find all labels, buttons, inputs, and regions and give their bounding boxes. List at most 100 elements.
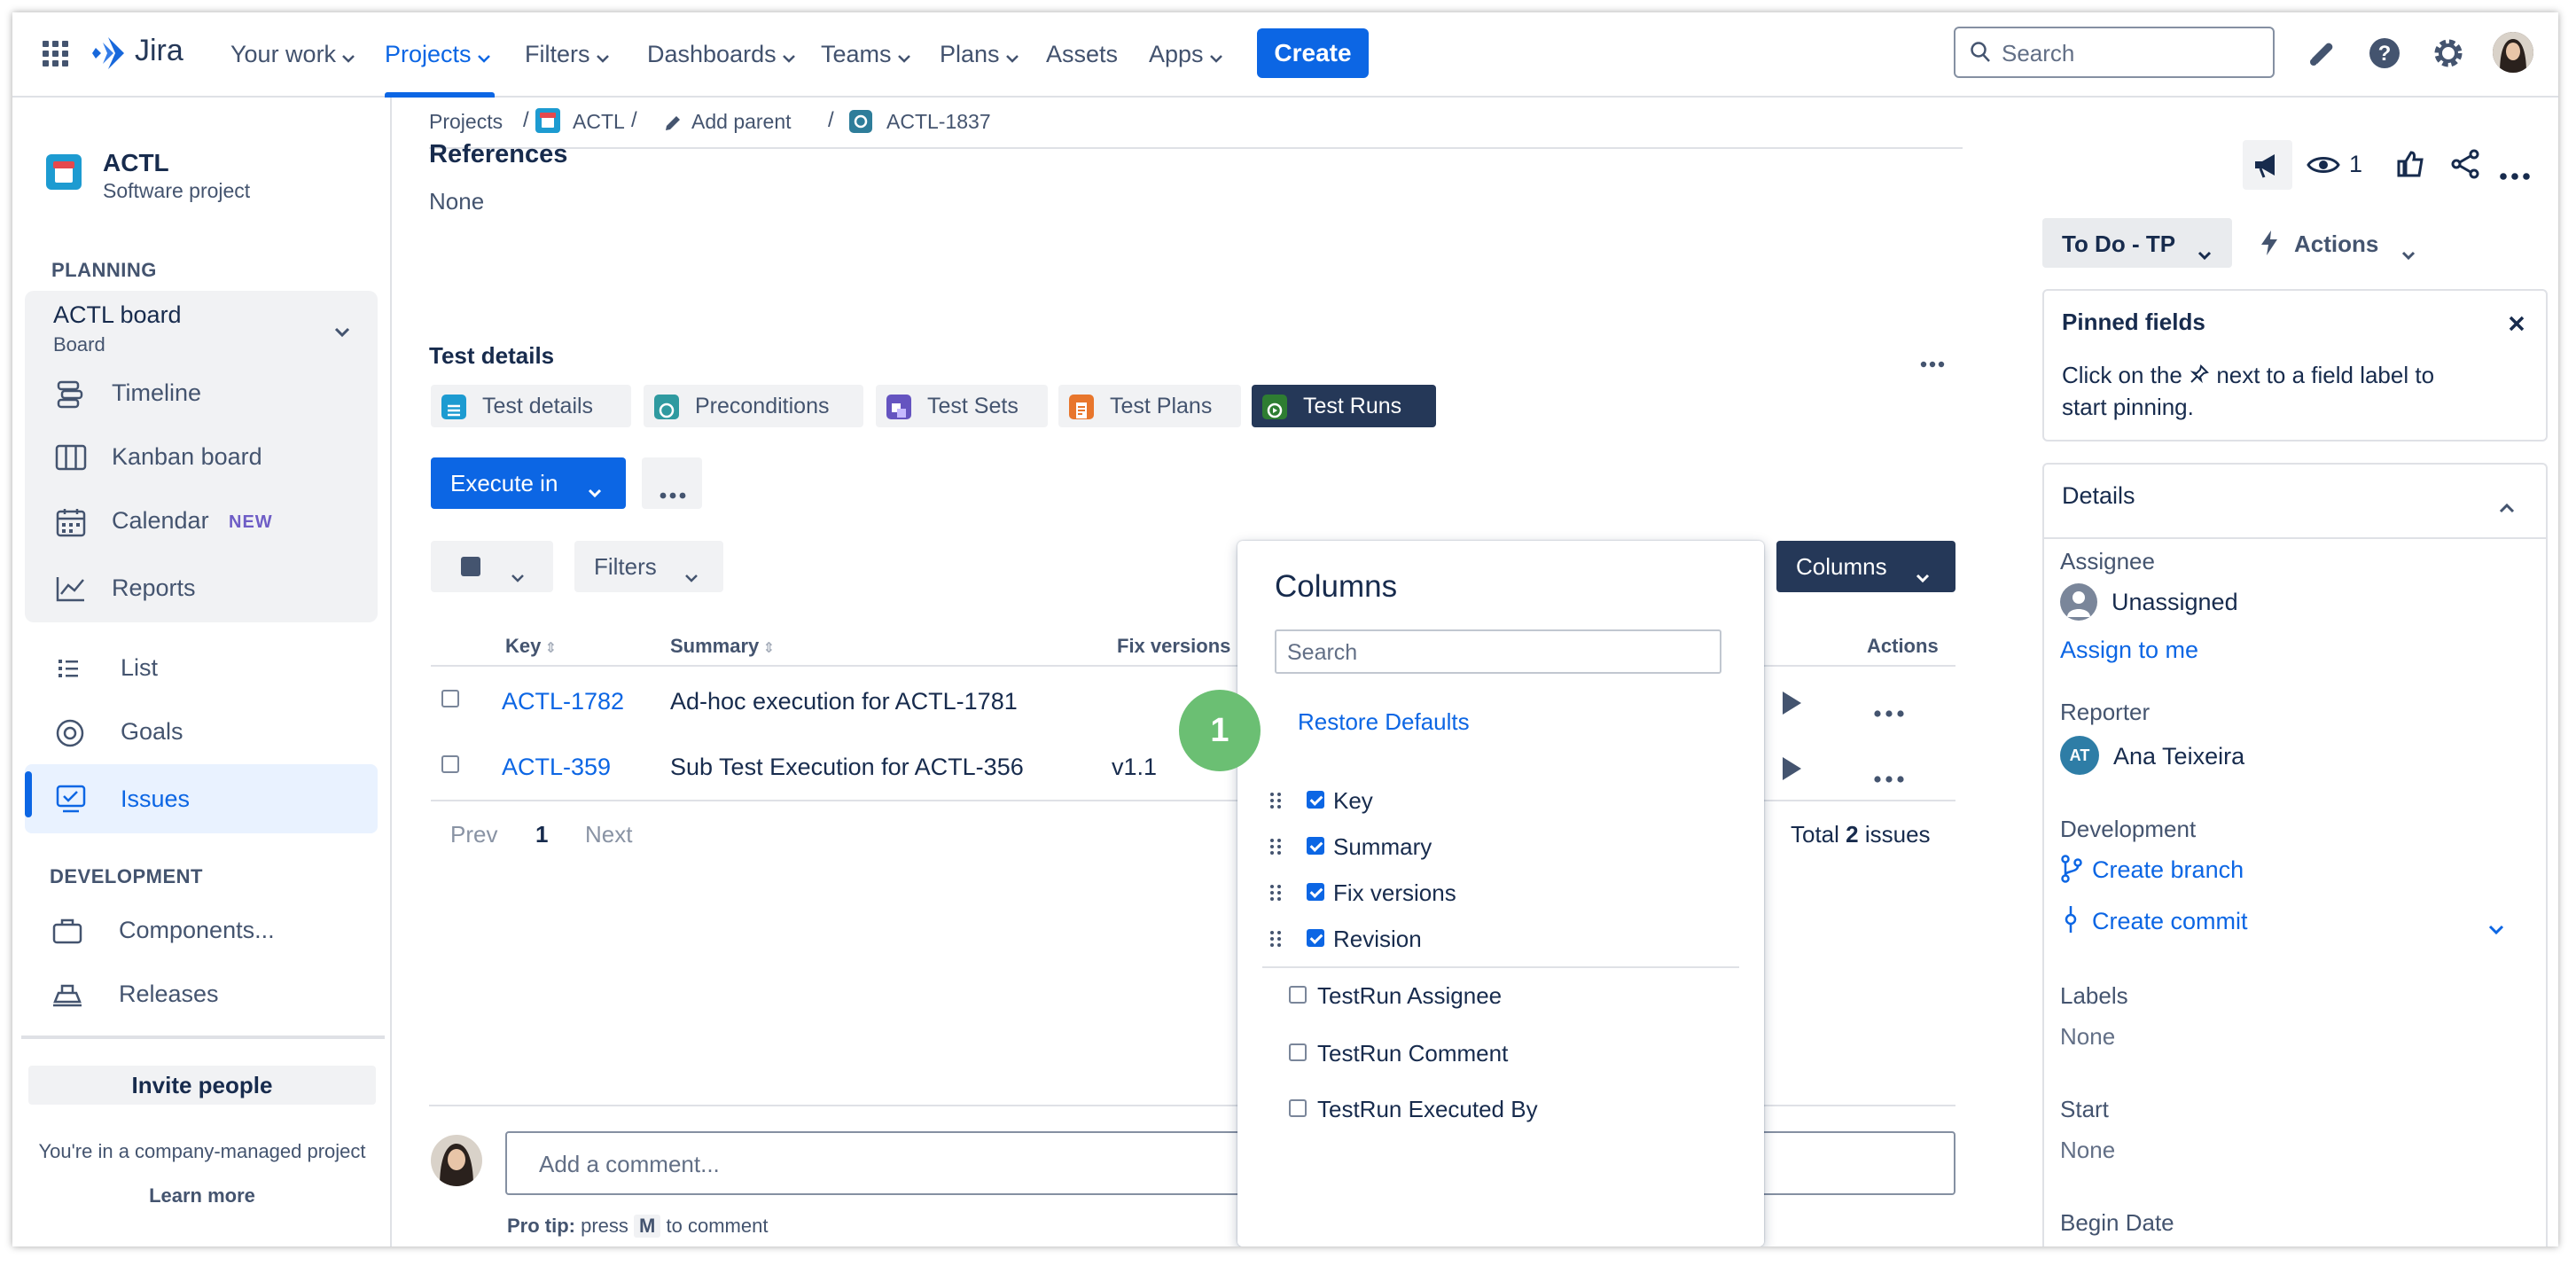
column-checkbox[interactable] [1289, 1099, 1307, 1117]
breadcrumb-projects[interactable]: Projects [429, 110, 503, 134]
assignee-value[interactable]: Unassigned [2112, 589, 2238, 616]
sidebar-item-releases[interactable]: Releases [25, 963, 378, 1027]
execute-in-button[interactable]: Execute in [431, 457, 626, 509]
column-checkbox[interactable] [1307, 883, 1324, 901]
column-checkbox[interactable] [1307, 929, 1324, 947]
sidebar-item-list[interactable]: List [25, 637, 378, 700]
more-icon[interactable] [2500, 160, 2530, 187]
tab-test-details[interactable]: Test details [431, 385, 631, 427]
nav-apps[interactable]: Apps [1149, 34, 1223, 74]
search-input[interactable]: Search [1954, 27, 2275, 78]
actions-button[interactable]: Actions [2259, 218, 2425, 268]
column-option-testrun-executed-by[interactable]: TestRun Executed By [1317, 1096, 1538, 1123]
settings-icon[interactable] [2431, 35, 2466, 71]
play-icon[interactable] [1780, 755, 1803, 788]
more-icon[interactable] [1874, 697, 1904, 724]
tab-test-plans[interactable]: Test Plans [1058, 385, 1241, 427]
drag-handle-icon[interactable] [1269, 881, 1282, 901]
columns-button[interactable]: Columns [1776, 541, 1955, 592]
breadcrumb-add-parent[interactable]: Add parent [691, 110, 792, 134]
more-icon[interactable] [1874, 762, 1904, 790]
column-option-fix-versions[interactable]: Fix versions [1333, 879, 1456, 907]
row-checkbox[interactable] [441, 755, 459, 773]
column-header-key[interactable]: Key ⇕ [505, 635, 557, 658]
pagination-next[interactable]: Next [585, 821, 632, 848]
drag-handle-icon[interactable] [1269, 789, 1282, 809]
filters-button[interactable]: Filters [574, 541, 723, 592]
drag-handle-icon[interactable] [1269, 927, 1282, 947]
play-icon[interactable] [1780, 690, 1803, 723]
board-name[interactable]: ACTL board [53, 301, 182, 329]
breadcrumb-project[interactable]: ACTL [573, 110, 625, 134]
nav-dashboards[interactable]: Dashboards [647, 34, 796, 74]
sidebar-item-kanban-board[interactable]: Kanban board [25, 426, 378, 489]
select-all-dropdown[interactable] [431, 541, 553, 592]
issue-summary[interactable]: Sub Test Execution for ACTL-356 [670, 754, 1024, 781]
jira-logo-text[interactable]: Jira [135, 34, 183, 68]
column-option-summary[interactable]: Summary [1333, 833, 1432, 861]
column-option-key[interactable]: Key [1333, 787, 1373, 815]
chevron-up-icon[interactable] [2498, 493, 2516, 520]
watch-icon[interactable] [2307, 152, 2340, 184]
sidebar-item-calendar[interactable]: Calendar NEW [25, 489, 378, 553]
column-option-revision[interactable]: Revision [1333, 926, 1422, 953]
issue-key-link[interactable]: ACTL-1782 [502, 688, 624, 715]
start-value[interactable]: None [2060, 1137, 2115, 1164]
column-option-testrun-comment[interactable]: TestRun Comment [1317, 1040, 1508, 1067]
nav-your-work[interactable]: Your work [230, 34, 355, 74]
drag-handle-icon[interactable] [1269, 835, 1282, 855]
issue-key-link[interactable]: ACTL-359 [502, 754, 611, 781]
like-icon[interactable] [2395, 149, 2425, 185]
column-checkbox[interactable] [1307, 837, 1324, 855]
nav-projects[interactable]: Projects [385, 34, 491, 74]
profile-avatar[interactable] [2493, 32, 2533, 73]
tab-preconditions[interactable]: Preconditions [644, 385, 863, 427]
breadcrumb-issue-key[interactable]: ACTL-1837 [886, 110, 991, 134]
sidebar-item-issues[interactable]: Issues [25, 764, 378, 833]
jira-logo-icon[interactable] [90, 35, 128, 71]
help-icon[interactable]: ? [2367, 35, 2402, 71]
sidebar-item-goals[interactable]: Goals [25, 700, 378, 764]
project-name[interactable]: ACTL [103, 149, 169, 177]
assign-to-me-link[interactable]: Assign to me [2060, 637, 2198, 664]
share-icon[interactable] [2450, 149, 2480, 185]
notifications-icon[interactable] [2305, 35, 2340, 71]
chevron-down-icon[interactable] [2487, 915, 2505, 942]
column-option-testrun-assignee[interactable]: TestRun Assignee [1317, 982, 1502, 1010]
nav-teams[interactable]: Teams [821, 34, 911, 74]
more-icon[interactable] [1920, 348, 1945, 375]
create-commit-link[interactable]: Create commit [2092, 908, 2248, 935]
references-value[interactable]: None [429, 188, 484, 215]
row-checkbox[interactable] [441, 690, 459, 707]
pagination-prev[interactable]: Prev [450, 821, 497, 848]
sidebar-item-components[interactable]: Components... [25, 899, 378, 963]
labels-value[interactable]: None [2060, 1023, 2115, 1051]
status-dropdown[interactable]: To Do - TP [2042, 218, 2232, 268]
close-icon[interactable] [2507, 312, 2526, 340]
nav-filters[interactable]: Filters [525, 34, 610, 74]
feedback-button[interactable] [2243, 140, 2292, 190]
learn-more-link[interactable]: Learn more [12, 1184, 392, 1207]
chevron-down-icon[interactable] [333, 317, 351, 345]
sidebar-item-reports[interactable]: Reports [25, 557, 378, 621]
execute-more-button[interactable] [642, 457, 702, 509]
tab-test-sets[interactable]: Test Sets [876, 385, 1048, 427]
create-button[interactable]: Create [1257, 28, 1369, 78]
tab-test-runs[interactable]: Test Runs [1252, 385, 1436, 427]
nav-plans[interactable]: Plans [940, 34, 1019, 74]
column-header-fix-versions[interactable]: Fix versions [1117, 635, 1230, 658]
pagination-page[interactable]: 1 [535, 821, 548, 848]
details-title[interactable]: Details [2062, 482, 2135, 510]
invite-people-button[interactable]: Invite people [28, 1066, 376, 1105]
create-branch-link[interactable]: Create branch [2092, 856, 2244, 884]
columns-search-input[interactable]: Search [1275, 629, 1721, 674]
column-checkbox[interactable] [1289, 986, 1307, 1004]
column-checkbox[interactable] [1289, 1043, 1307, 1061]
app-switcher-icon[interactable] [41, 39, 71, 69]
issue-summary[interactable]: Ad-hoc execution for ACTL-1781 [670, 688, 1018, 715]
reporter-value[interactable]: Ana Teixeira [2113, 743, 2244, 770]
nav-assets[interactable]: Assets [1046, 34, 1118, 74]
sidebar-item-timeline[interactable]: Timeline [25, 362, 378, 426]
restore-defaults-link[interactable]: Restore Defaults [1298, 708, 1470, 736]
column-checkbox[interactable] [1307, 791, 1324, 809]
